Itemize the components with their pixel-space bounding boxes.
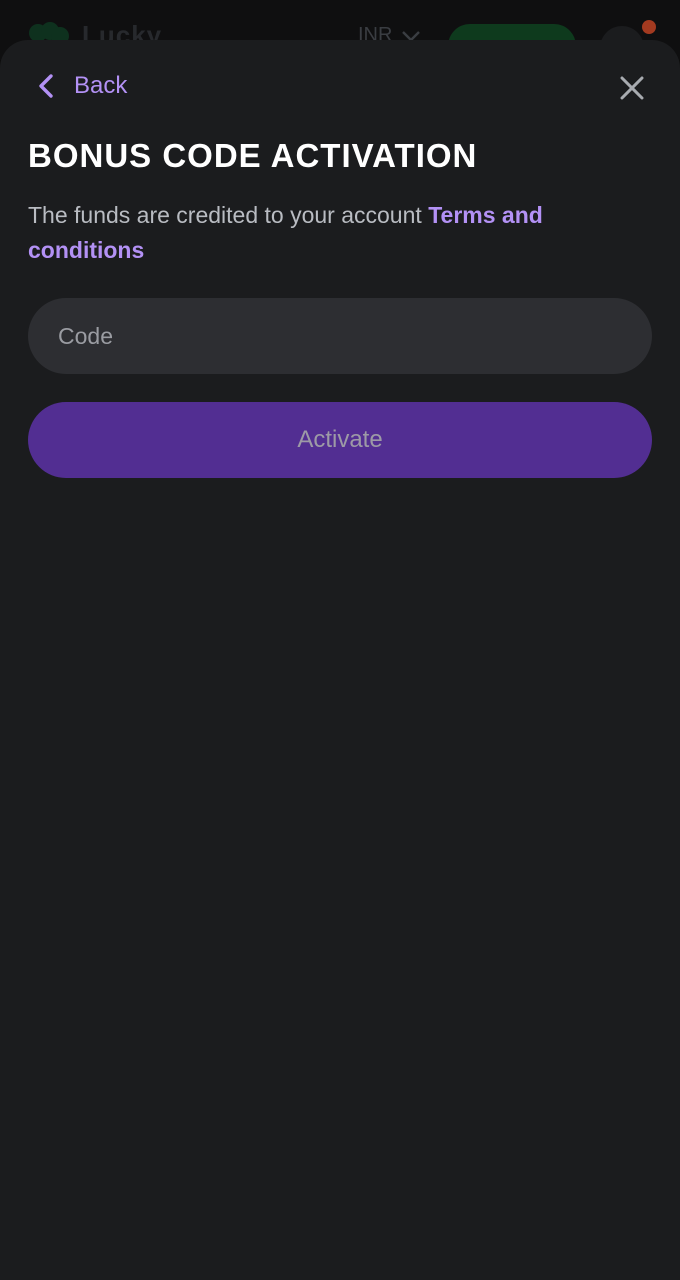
notification-dot	[642, 20, 656, 34]
chevron-left-icon	[39, 74, 53, 98]
code-input[interactable]	[28, 298, 652, 374]
sheet-topbar: Back	[28, 40, 652, 136]
description: The funds are credited to your account T…	[28, 198, 652, 268]
close-icon[interactable]	[618, 74, 646, 102]
bonus-code-sheet: Back BONUS CODE ACTIVATION The funds are…	[0, 40, 680, 1280]
description-text: The funds are credited to your account	[28, 202, 429, 228]
page-title: BONUS CODE ACTIVATION	[28, 137, 478, 174]
activate-button[interactable]: Activate	[28, 402, 652, 478]
back-label: Back	[74, 72, 128, 99]
back-button[interactable]: Back	[36, 72, 127, 100]
